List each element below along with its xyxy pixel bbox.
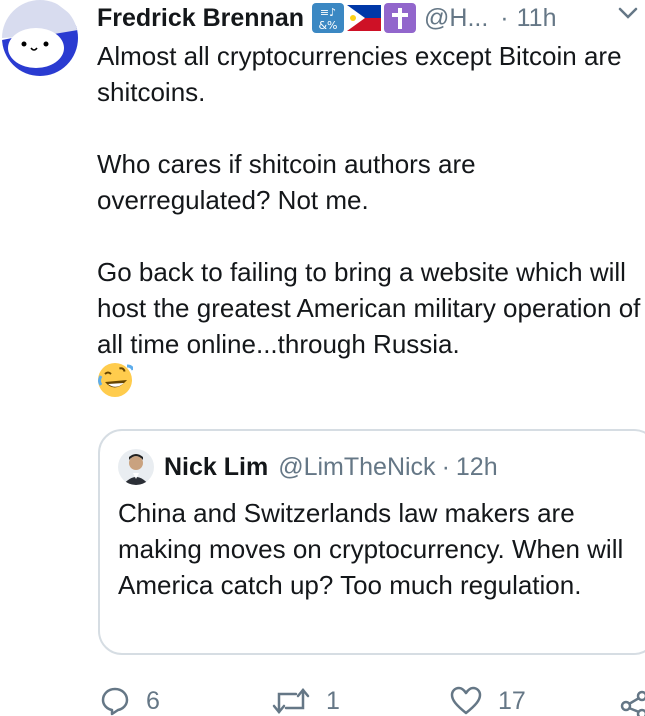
tweet-header: Fredrick Brennan ≡♪ &% @H... · 11h <box>97 2 645 34</box>
chevron-down-icon[interactable] <box>617 2 639 29</box>
tweet-paragraph: Go back to failing to bring a website wh… <box>97 257 641 359</box>
retweet-icon <box>272 688 310 714</box>
svg-text:≡♪: ≡♪ <box>320 6 336 19</box>
name-emoji-group: ≡♪ &% <box>312 3 417 33</box>
tweet-action-bar: 6 1 17 <box>100 686 645 716</box>
retweet-button[interactable]: 1 <box>272 686 340 716</box>
tweet-paragraph: Almost all cryptocurrencies except Bitco… <box>97 41 622 107</box>
author-name[interactable]: Fredrick Brennan <box>97 4 304 33</box>
rolling-on-floor-laughing-icon <box>98 363 133 397</box>
quoted-tweet-text: China and Switzerlands law makers are ma… <box>118 498 624 600</box>
quoted-tweet-card[interactable]: Nick Lim @LimTheNick · 12h China and Swi… <box>98 429 645 655</box>
like-count: 17 <box>498 686 526 715</box>
author-avatar[interactable] <box>2 0 78 76</box>
quoted-tweet-header: Nick Lim @LimTheNick · 12h <box>118 449 498 485</box>
reply-icon <box>101 687 129 716</box>
svg-text:&%: &% <box>319 19 338 32</box>
bunny-face-avatar-icon <box>2 0 78 76</box>
tweet-time[interactable]: 11h <box>517 4 557 33</box>
quoted-tweet-time[interactable]: 12h <box>456 453 498 482</box>
input-symbols-icon: ≡♪ &% <box>312 3 345 33</box>
author-handle[interactable]: @H... <box>424 4 488 33</box>
tweet-time-separator: · <box>500 3 509 32</box>
quoted-time-separator: · <box>441 452 450 481</box>
tweet-body: Almost all cryptocurrencies except Bitco… <box>97 38 645 362</box>
share-icon <box>620 690 645 716</box>
quoted-author-name[interactable]: Nick Lim <box>164 453 268 482</box>
philippines-flag-icon <box>347 5 382 31</box>
share-button[interactable] <box>620 686 645 716</box>
like-button[interactable]: 17 <box>450 686 526 716</box>
tweet-paragraph: Who cares if shitcoin authors are overre… <box>97 149 476 215</box>
retweet-count: 1 <box>326 686 340 715</box>
latin-cross-icon <box>384 3 417 33</box>
reply-button[interactable]: 6 <box>100 686 160 716</box>
quoted-author-avatar[interactable] <box>118 449 154 485</box>
person-avatar-icon <box>118 449 154 485</box>
quoted-author-handle[interactable]: @LimTheNick <box>278 453 435 482</box>
reply-count: 6 <box>146 686 160 715</box>
heart-icon <box>450 686 482 715</box>
